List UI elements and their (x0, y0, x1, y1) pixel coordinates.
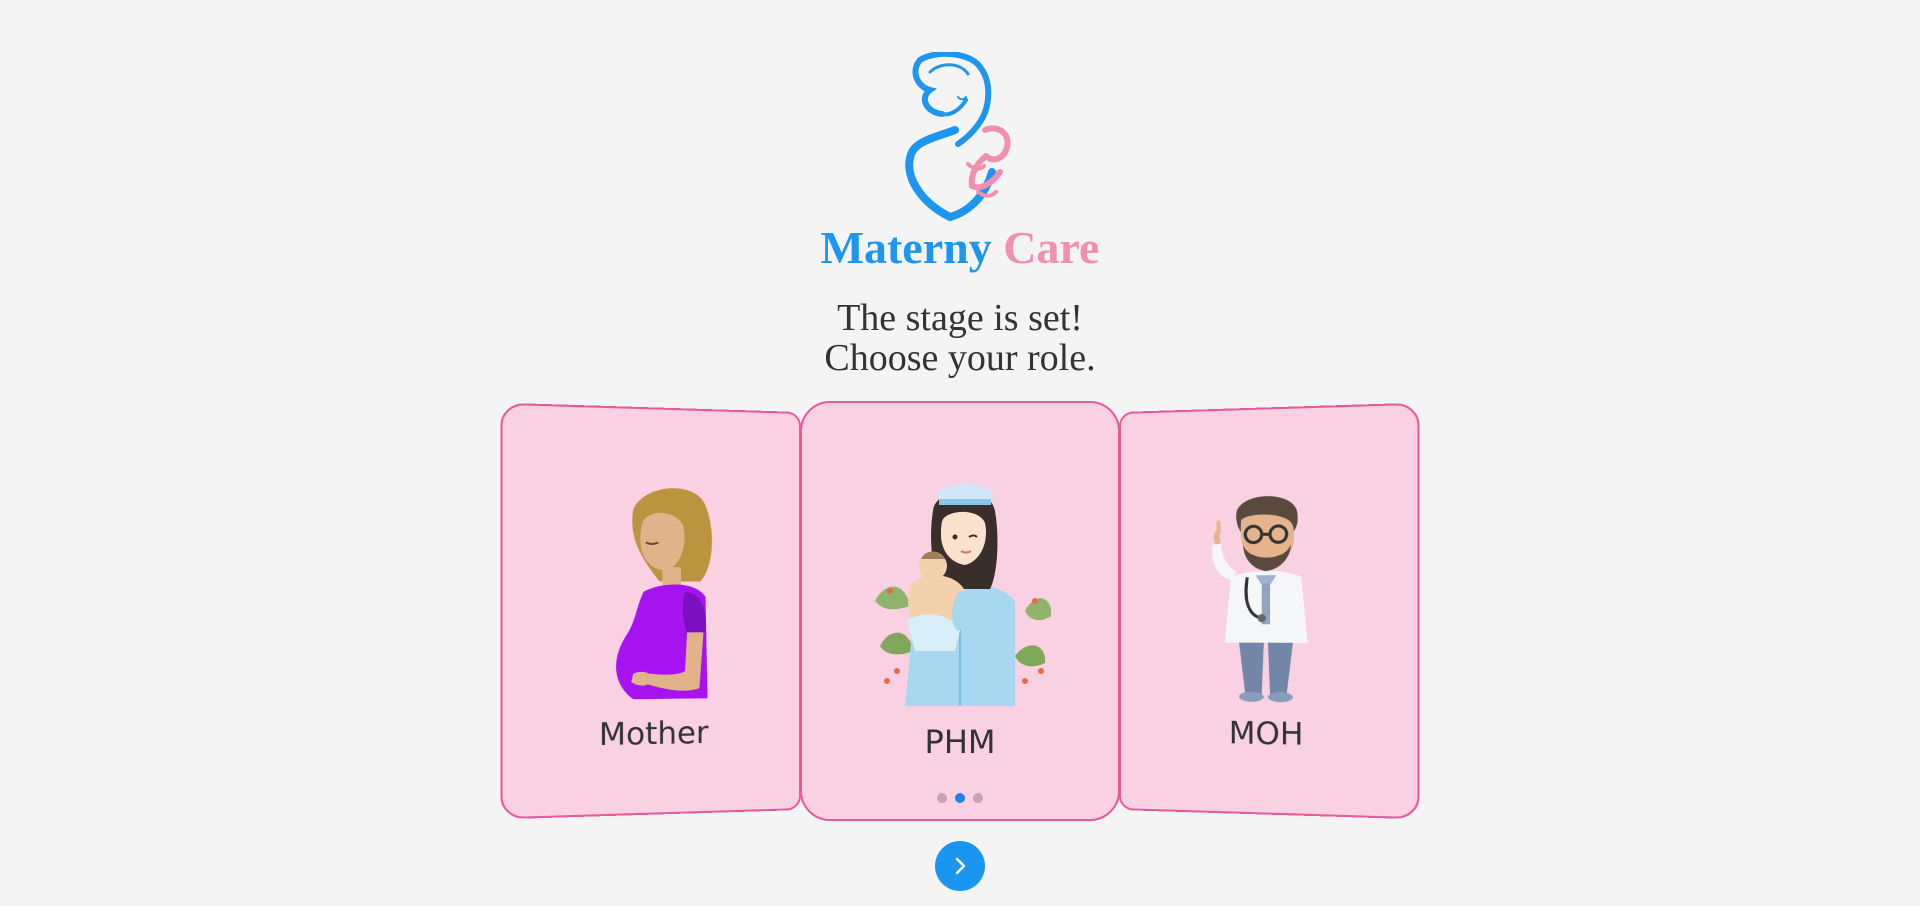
app-title-part2: Care (1003, 222, 1100, 273)
next-button[interactable] (935, 841, 985, 891)
role-label-mother: Mother (598, 715, 709, 754)
carousel-dot-active[interactable] (955, 793, 965, 803)
nurse-with-baby-illustration (875, 484, 1052, 706)
carousel-dot[interactable] (937, 793, 947, 803)
doctor-illustration (1212, 495, 1308, 703)
role-label-moh: MOH (1228, 715, 1304, 753)
tagline-line1: The stage is set! (837, 297, 1083, 339)
tagline: The stage is set! Choose your role. (0, 298, 1920, 378)
app-title: Materny Care (0, 218, 1920, 278)
chevron-right-icon (955, 857, 966, 875)
tagline-line2: Choose your role. (824, 337, 1096, 379)
carousel-indicators (802, 793, 1118, 803)
materny-care-logo (905, 52, 1011, 222)
carousel-dot[interactable] (973, 793, 983, 803)
pregnant-mother-illustration (616, 487, 712, 700)
role-card-phm[interactable]: PHM (800, 401, 1120, 821)
role-card-moh[interactable]: MOH (1119, 402, 1420, 820)
role-label-phm: PHM (924, 723, 996, 761)
app-title-part1: Materny (820, 222, 992, 273)
role-card-mother[interactable]: Mother (500, 402, 801, 820)
